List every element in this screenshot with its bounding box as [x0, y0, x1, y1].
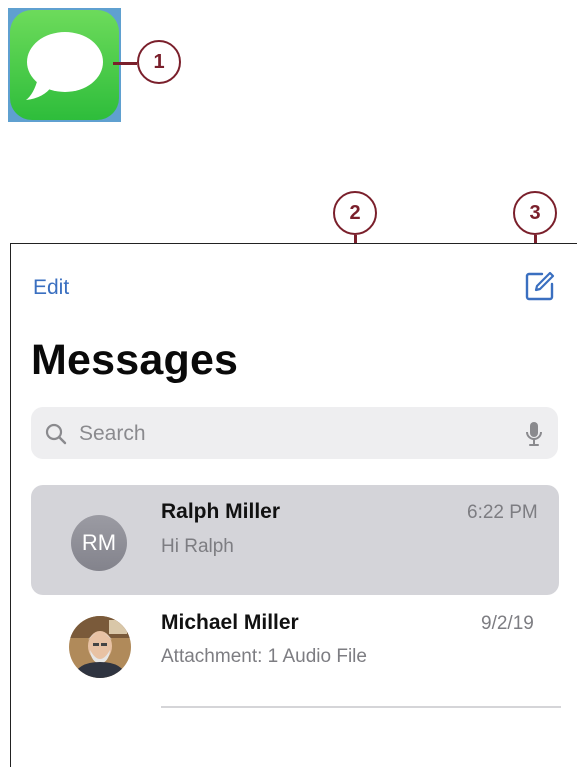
messages-screen: Edit Messages Search RM Ralph Miller Hi	[10, 243, 577, 767]
callout-3: 3	[513, 191, 557, 235]
compose-icon[interactable]	[525, 271, 555, 306]
callout-1: 1	[137, 40, 181, 84]
search-placeholder: Search	[79, 422, 146, 445]
conversation-name: Michael Miller	[161, 611, 299, 634]
search-field[interactable]: Search	[31, 407, 558, 459]
callout-1-line	[113, 62, 137, 65]
callout-2: 2	[333, 191, 377, 235]
conversation-preview: Attachment: 1 Audio File	[161, 646, 367, 667]
avatar: RM	[71, 515, 127, 571]
conversation-name: Ralph Miller	[161, 500, 281, 523]
messages-app-icon-frame[interactable]	[8, 8, 121, 122]
conversation-preview: Hi Ralph	[161, 536, 234, 557]
search-icon	[44, 422, 68, 451]
conversation-time: 9/2/19	[481, 613, 534, 634]
microphone-icon[interactable]	[525, 420, 543, 453]
avatar-photo	[69, 616, 131, 678]
row-divider	[161, 706, 561, 708]
edit-button[interactable]: Edit	[33, 276, 69, 300]
page-title: Messages	[31, 336, 239, 384]
conversation-time: 6:22 PM	[467, 502, 538, 523]
messages-app-icon[interactable]	[10, 10, 119, 120]
